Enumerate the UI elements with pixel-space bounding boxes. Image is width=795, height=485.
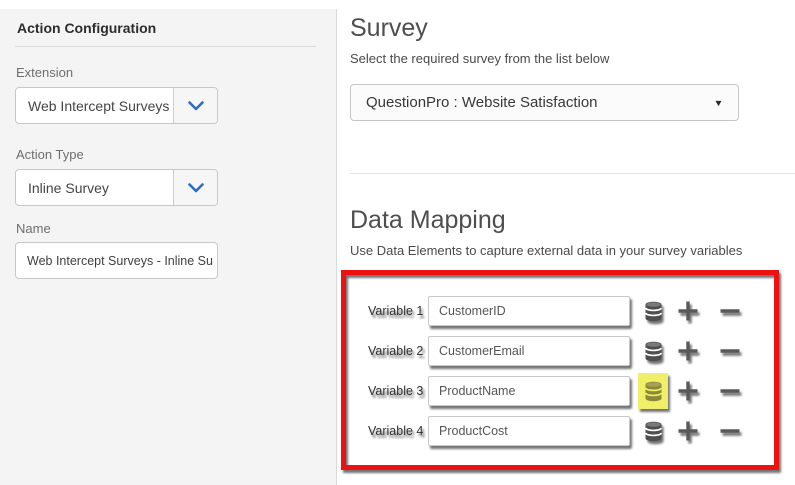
triangle-down-icon: ▼ — [713, 98, 723, 108]
plus-icon[interactable] — [676, 379, 700, 403]
action-type-dropdown-value: Inline Survey — [16, 170, 173, 205]
plus-icon[interactable] — [676, 419, 700, 443]
chevron-down-icon — [173, 88, 217, 123]
name-label: Name — [16, 221, 321, 236]
variable-3-label: Variable 3 — [368, 384, 424, 398]
mapping-row: Variable 1 — [368, 296, 774, 326]
database-icon-highlighted[interactable] — [638, 373, 668, 409]
database-icon[interactable] — [638, 293, 668, 329]
data-mapping-subtitle: Use Data Elements to capture external da… — [350, 243, 795, 258]
survey-select[interactable]: QuestionPro : Website Satisfaction ▼ — [350, 84, 739, 121]
variable-2-input[interactable] — [428, 336, 630, 366]
variable-4-input[interactable] — [428, 416, 630, 446]
mapping-row: Variable 4 — [368, 416, 774, 446]
top-strip — [0, 0, 337, 9]
database-icon[interactable] — [638, 413, 668, 449]
database-icon[interactable] — [638, 333, 668, 369]
variable-1-input[interactable] — [428, 296, 630, 326]
minus-icon[interactable] — [718, 339, 742, 363]
variable-4-label: Variable 4 — [368, 424, 424, 438]
chevron-down-icon — [173, 170, 217, 205]
minus-icon[interactable] — [718, 419, 742, 443]
configuration-detail-panel: Survey Select the required survey from t… — [338, 0, 795, 485]
plus-icon[interactable] — [676, 299, 700, 323]
action-configuration-panel: Action Configuration Extension Web Inter… — [0, 0, 337, 485]
mapping-row: Variable 2 — [368, 336, 774, 366]
mapping-row: Variable 3 — [368, 376, 774, 406]
annotation-red-box: Variable 1 Variable 2 — [341, 270, 779, 470]
minus-icon[interactable] — [718, 299, 742, 323]
extension-dropdown[interactable]: Web Intercept Surveys — [15, 87, 218, 124]
panel-title: Action Configuration — [17, 20, 321, 36]
section-divider — [350, 173, 795, 174]
title-divider — [15, 46, 316, 47]
variable-3-input[interactable] — [428, 376, 630, 406]
survey-heading: Survey — [350, 14, 795, 43]
survey-subtitle: Select the required survey from the list… — [350, 51, 795, 66]
minus-icon[interactable] — [718, 379, 742, 403]
plus-icon[interactable] — [676, 339, 700, 363]
variable-2-label: Variable 2 — [368, 344, 424, 358]
extension-dropdown-value: Web Intercept Surveys — [16, 88, 173, 123]
survey-select-value: QuestionPro : Website Satisfaction — [366, 94, 598, 111]
data-mapping-heading: Data Mapping — [350, 206, 795, 235]
name-input[interactable] — [15, 242, 218, 279]
variable-1-label: Variable 1 — [368, 304, 424, 318]
action-type-dropdown[interactable]: Inline Survey — [15, 169, 218, 206]
action-type-label: Action Type — [16, 147, 321, 162]
extension-label: Extension — [16, 65, 321, 80]
